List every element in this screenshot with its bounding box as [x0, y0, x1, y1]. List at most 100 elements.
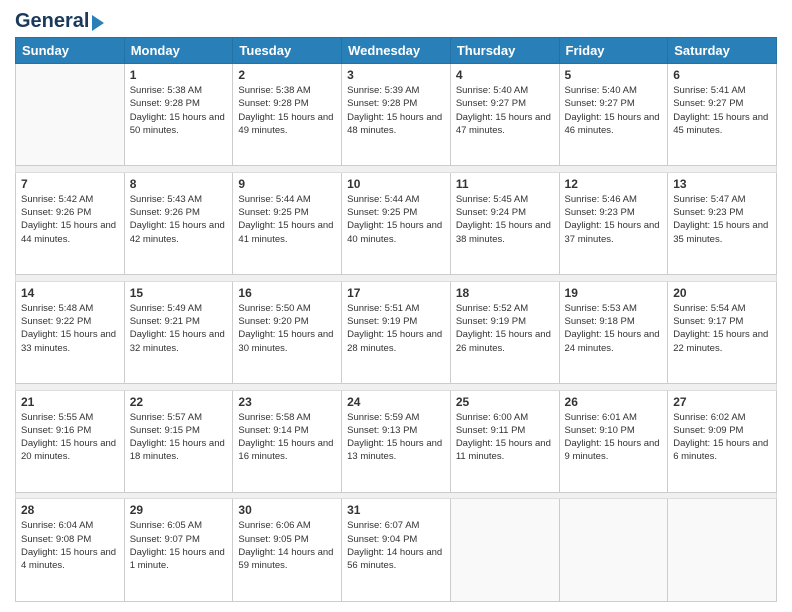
day-info: Sunrise: 5:38 AMSunset: 9:28 PMDaylight:… — [130, 84, 228, 137]
day-number: 4 — [456, 68, 554, 82]
day-cell: 9 Sunrise: 5:44 AMSunset: 9:25 PMDaylight… — [233, 172, 342, 274]
day-number: 5 — [565, 68, 663, 82]
logo: General — [15, 10, 104, 29]
day-info: Sunrise: 5:47 AMSunset: 9:23 PMDaylight:… — [673, 193, 771, 246]
day-number: 3 — [347, 68, 445, 82]
day-number: 7 — [21, 177, 119, 191]
day-info: Sunrise: 5:40 AMSunset: 9:27 PMDaylight:… — [456, 84, 554, 137]
day-info: Sunrise: 5:50 AMSunset: 9:20 PMDaylight:… — [238, 302, 336, 355]
weekday-header-thursday: Thursday — [450, 38, 559, 64]
day-number: 25 — [456, 395, 554, 409]
week-row-4: 21 Sunrise: 5:55 AMSunset: 9:16 PMDayligh… — [16, 390, 777, 492]
day-number: 29 — [130, 503, 228, 517]
day-info: Sunrise: 5:40 AMSunset: 9:27 PMDaylight:… — [565, 84, 663, 137]
day-number: 14 — [21, 286, 119, 300]
day-number: 6 — [673, 68, 771, 82]
day-cell: 3 Sunrise: 5:39 AMSunset: 9:28 PMDaylight… — [342, 64, 451, 166]
day-number: 30 — [238, 503, 336, 517]
day-info: Sunrise: 6:05 AMSunset: 9:07 PMDaylight:… — [130, 519, 228, 572]
day-number: 10 — [347, 177, 445, 191]
day-number: 13 — [673, 177, 771, 191]
calendar-page: General SundayMondayTuesdayWednesdayThur… — [0, 0, 792, 612]
day-cell: 4 Sunrise: 5:40 AMSunset: 9:27 PMDaylight… — [450, 64, 559, 166]
day-info: Sunrise: 6:02 AMSunset: 9:09 PMDaylight:… — [673, 411, 771, 464]
day-number: 12 — [565, 177, 663, 191]
day-cell: 31 Sunrise: 6:07 AMSunset: 9:04 PMDayligh… — [342, 499, 451, 602]
day-cell: 20 Sunrise: 5:54 AMSunset: 9:17 PMDayligh… — [668, 281, 777, 383]
weekday-header-monday: Monday — [124, 38, 233, 64]
week-row-5: 28 Sunrise: 6:04 AMSunset: 9:08 PMDayligh… — [16, 499, 777, 602]
day-cell — [668, 499, 777, 602]
day-info: Sunrise: 5:44 AMSunset: 9:25 PMDaylight:… — [238, 193, 336, 246]
day-number: 18 — [456, 286, 554, 300]
day-cell: 5 Sunrise: 5:40 AMSunset: 9:27 PMDaylight… — [559, 64, 668, 166]
day-info: Sunrise: 5:48 AMSunset: 9:22 PMDaylight:… — [21, 302, 119, 355]
logo-general: General — [15, 10, 89, 33]
day-number: 24 — [347, 395, 445, 409]
day-cell — [16, 64, 125, 166]
day-info: Sunrise: 6:04 AMSunset: 9:08 PMDaylight:… — [21, 519, 119, 572]
day-info: Sunrise: 5:38 AMSunset: 9:28 PMDaylight:… — [238, 84, 336, 137]
day-info: Sunrise: 5:51 AMSunset: 9:19 PMDaylight:… — [347, 302, 445, 355]
day-cell: 6Sunrise: 5:41 AMSunset: 9:27 PMDaylight… — [668, 64, 777, 166]
day-number: 1 — [130, 68, 228, 82]
day-cell: 16 Sunrise: 5:50 AMSunset: 9:20 PMDayligh… — [233, 281, 342, 383]
day-info: Sunrise: 5:52 AMSunset: 9:19 PMDaylight:… — [456, 302, 554, 355]
day-number: 26 — [565, 395, 663, 409]
week-row-3: 14 Sunrise: 5:48 AMSunset: 9:22 PMDayligh… — [16, 281, 777, 383]
day-cell — [559, 499, 668, 602]
day-number: 19 — [565, 286, 663, 300]
day-cell: 1 Sunrise: 5:38 AMSunset: 9:28 PMDaylight… — [124, 64, 233, 166]
day-info: Sunrise: 5:53 AMSunset: 9:18 PMDaylight:… — [565, 302, 663, 355]
week-row-2: 7Sunrise: 5:42 AMSunset: 9:26 PMDaylight… — [16, 172, 777, 274]
week-row-1: 1 Sunrise: 5:38 AMSunset: 9:28 PMDaylight… — [16, 64, 777, 166]
day-info: Sunrise: 6:00 AMSunset: 9:11 PMDaylight:… — [456, 411, 554, 464]
day-cell: 19 Sunrise: 5:53 AMSunset: 9:18 PMDayligh… — [559, 281, 668, 383]
day-info: Sunrise: 5:44 AMSunset: 9:25 PMDaylight:… — [347, 193, 445, 246]
day-number: 31 — [347, 503, 445, 517]
day-cell: 8 Sunrise: 5:43 AMSunset: 9:26 PMDaylight… — [124, 172, 233, 274]
day-info: Sunrise: 5:43 AMSunset: 9:26 PMDaylight:… — [130, 193, 228, 246]
day-number: 9 — [238, 177, 336, 191]
day-cell — [450, 499, 559, 602]
day-number: 23 — [238, 395, 336, 409]
day-info: Sunrise: 5:49 AMSunset: 9:21 PMDaylight:… — [130, 302, 228, 355]
weekday-header-wednesday: Wednesday — [342, 38, 451, 64]
day-info: Sunrise: 5:46 AMSunset: 9:23 PMDaylight:… — [565, 193, 663, 246]
header: General — [15, 10, 777, 29]
day-info: Sunrise: 5:59 AMSunset: 9:13 PMDaylight:… — [347, 411, 445, 464]
day-info: Sunrise: 5:57 AMSunset: 9:15 PMDaylight:… — [130, 411, 228, 464]
weekday-header-saturday: Saturday — [668, 38, 777, 64]
weekday-header-sunday: Sunday — [16, 38, 125, 64]
day-cell: 18 Sunrise: 5:52 AMSunset: 9:19 PMDayligh… — [450, 281, 559, 383]
day-info: Sunrise: 5:55 AMSunset: 9:16 PMDaylight:… — [21, 411, 119, 464]
day-number: 16 — [238, 286, 336, 300]
day-info: Sunrise: 5:58 AMSunset: 9:14 PMDaylight:… — [238, 411, 336, 464]
weekday-header-friday: Friday — [559, 38, 668, 64]
day-number: 8 — [130, 177, 228, 191]
day-number: 28 — [21, 503, 119, 517]
day-number: 21 — [21, 395, 119, 409]
day-cell: 22Sunrise: 5:57 AMSunset: 9:15 PMDayligh… — [124, 390, 233, 492]
day-cell: 12 Sunrise: 5:46 AMSunset: 9:23 PMDayligh… — [559, 172, 668, 274]
day-cell: 29 Sunrise: 6:05 AMSunset: 9:07 PMDayligh… — [124, 499, 233, 602]
day-cell: 24 Sunrise: 5:59 AMSunset: 9:13 PMDayligh… — [342, 390, 451, 492]
day-info: Sunrise: 5:54 AMSunset: 9:17 PMDaylight:… — [673, 302, 771, 355]
day-cell: 30Sunrise: 6:06 AMSunset: 9:05 PMDayligh… — [233, 499, 342, 602]
day-info: Sunrise: 5:39 AMSunset: 9:28 PMDaylight:… — [347, 84, 445, 137]
weekday-header-tuesday: Tuesday — [233, 38, 342, 64]
day-number: 20 — [673, 286, 771, 300]
day-cell: 27Sunrise: 6:02 AMSunset: 9:09 PMDayligh… — [668, 390, 777, 492]
day-cell: 7Sunrise: 5:42 AMSunset: 9:26 PMDaylight… — [16, 172, 125, 274]
day-number: 11 — [456, 177, 554, 191]
day-number: 2 — [238, 68, 336, 82]
day-cell: 2 Sunrise: 5:38 AMSunset: 9:28 PMDaylight… — [233, 64, 342, 166]
day-cell: 25 Sunrise: 6:00 AMSunset: 9:11 PMDayligh… — [450, 390, 559, 492]
logo-arrow-icon — [92, 15, 104, 31]
weekday-header-row: SundayMondayTuesdayWednesdayThursdayFrid… — [16, 38, 777, 64]
day-cell: 13 Sunrise: 5:47 AMSunset: 9:23 PMDayligh… — [668, 172, 777, 274]
day-cell: 21 Sunrise: 5:55 AMSunset: 9:16 PMDayligh… — [16, 390, 125, 492]
day-info: Sunrise: 5:45 AMSunset: 9:24 PMDaylight:… — [456, 193, 554, 246]
day-info: Sunrise: 6:07 AMSunset: 9:04 PMDaylight:… — [347, 519, 445, 572]
day-cell: 28 Sunrise: 6:04 AMSunset: 9:08 PMDayligh… — [16, 499, 125, 602]
